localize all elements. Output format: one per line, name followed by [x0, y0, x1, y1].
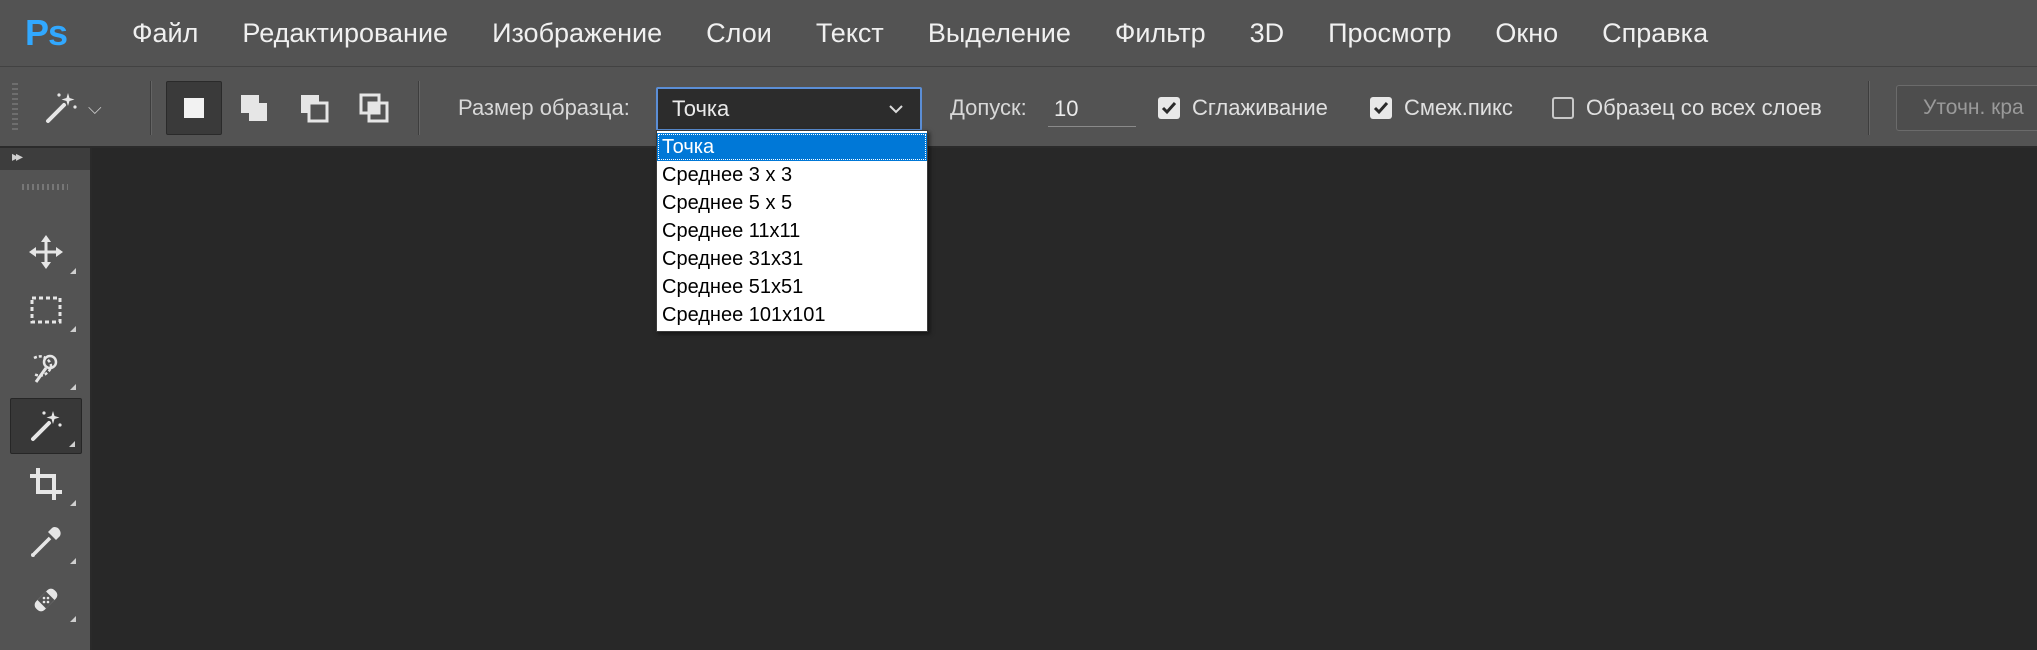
- expand-panel-icon[interactable]: ▸▸: [12, 148, 23, 165]
- dropdown-option-31x31[interactable]: Среднее 31x31: [657, 245, 927, 273]
- healing-brush-tool[interactable]: [10, 572, 82, 628]
- dropdown-option-point[interactable]: Точка: [657, 133, 927, 161]
- tool-group-indicator: [70, 558, 76, 564]
- toolbox-header: ▸▸: [0, 148, 90, 170]
- crop-tool[interactable]: [10, 456, 82, 512]
- add-to-selection-icon: [241, 95, 267, 121]
- tool-preset-picker[interactable]: ⌵: [44, 85, 134, 131]
- new-selection-icon: [184, 98, 204, 118]
- photoshop-logo: Ps: [24, 12, 68, 53]
- quick-selection-icon: [33, 354, 58, 383]
- chevron-down-icon: [889, 105, 903, 114]
- magic-wand-icon: [31, 411, 62, 441]
- chevron-down-icon: ⌵: [88, 97, 102, 118]
- menu-items: Файл Редактирование Изображение Слои Тек…: [110, 0, 1730, 66]
- rectangular-marquee-tool[interactable]: [10, 282, 82, 338]
- intersect-selection-button[interactable]: [346, 81, 402, 135]
- antialias-checkbox[interactable]: Сглаживание: [1158, 67, 1328, 149]
- tool-group-indicator: [70, 268, 76, 274]
- checkbox-checked-icon: [1158, 97, 1180, 119]
- menu-window[interactable]: Окно: [1473, 0, 1580, 66]
- tool-group-indicator: [70, 384, 76, 390]
- menu-3d[interactable]: 3D: [1228, 0, 1307, 66]
- dropdown-option-5x5[interactable]: Среднее 5 x 5: [657, 189, 927, 217]
- menu-file[interactable]: Файл: [110, 0, 220, 66]
- refine-edge-button[interactable]: Уточн. кра: [1896, 85, 2037, 131]
- menu-help[interactable]: Справка: [1580, 0, 1730, 66]
- eyedropper-tool[interactable]: [10, 514, 82, 570]
- contiguous-label: Смеж.пикс: [1404, 95, 1513, 120]
- menu-filter[interactable]: Фильтр: [1093, 0, 1228, 66]
- eyedropper-icon: [31, 527, 61, 557]
- divider: [1868, 81, 1869, 135]
- document-canvas-area[interactable]: [94, 150, 2037, 650]
- checkbox-unchecked-icon: [1552, 97, 1574, 119]
- tolerance-label: Допуск:: [950, 95, 1027, 120]
- tool-group-indicator: [70, 326, 76, 332]
- sample-size-dropdown-list: Точка Среднее 3 x 3 Среднее 5 x 5 Средне…: [656, 130, 928, 332]
- new-selection-button[interactable]: [166, 81, 222, 135]
- menu-view[interactable]: Просмотр: [1306, 0, 1473, 66]
- crop-icon: [30, 468, 62, 500]
- add-to-selection-button[interactable]: [226, 81, 282, 135]
- sample-size-select[interactable]: Точка: [656, 87, 922, 131]
- sample-all-layers-label: Образец со всех слоев: [1586, 95, 1822, 120]
- contiguous-checkbox[interactable]: Смеж.пикс: [1370, 67, 1513, 149]
- bandage-icon: [34, 588, 58, 612]
- options-bar-grip[interactable]: [12, 83, 18, 133]
- divider: [418, 81, 419, 135]
- tolerance-input[interactable]: 10: [1048, 91, 1136, 127]
- move-tool[interactable]: [10, 224, 82, 280]
- menu-edit[interactable]: Редактирование: [220, 0, 470, 66]
- tool-group-indicator: [70, 500, 76, 506]
- options-bar: ⌵ Размер образца: Точка Допуск: 10 Сглаж…: [0, 66, 2037, 148]
- quick-selection-tool[interactable]: [10, 340, 82, 396]
- divider: [150, 81, 151, 135]
- intersect-selection-icon: [359, 93, 389, 123]
- subtract-from-selection-button[interactable]: [286, 81, 342, 135]
- sample-size-label: Размер образца:: [458, 95, 630, 120]
- menu-layers[interactable]: Слои: [684, 0, 794, 66]
- dropdown-option-11x11[interactable]: Среднее 11x11: [657, 217, 927, 245]
- sample-size-value: Точка: [672, 96, 730, 121]
- dropdown-option-51x51[interactable]: Среднее 51x51: [657, 273, 927, 301]
- marquee-icon: [30, 296, 62, 324]
- subtract-from-selection-icon: [301, 95, 329, 123]
- tool-group-indicator: [70, 616, 76, 622]
- sample-all-layers-checkbox[interactable]: Образец со всех слоев: [1552, 67, 1822, 149]
- dropdown-option-3x3[interactable]: Среднее 3 x 3: [657, 161, 927, 189]
- dropdown-option-101x101[interactable]: Среднее 101x101: [657, 301, 927, 329]
- menu-bar: Ps Файл Редактирование Изображение Слои …: [0, 0, 2037, 66]
- toolbox-grip[interactable]: [22, 184, 68, 190]
- magic-wand-tool[interactable]: [10, 398, 82, 454]
- checkbox-checked-icon: [1370, 97, 1392, 119]
- move-icon: [29, 235, 63, 269]
- menu-select[interactable]: Выделение: [906, 0, 1093, 66]
- menu-image[interactable]: Изображение: [470, 0, 684, 66]
- tool-group-indicator: [69, 441, 75, 447]
- antialias-label: Сглаживание: [1192, 95, 1328, 120]
- menu-type[interactable]: Текст: [794, 0, 906, 66]
- toolbox-panel: ▸▸: [0, 148, 92, 650]
- magic-wand-icon: [46, 93, 77, 123]
